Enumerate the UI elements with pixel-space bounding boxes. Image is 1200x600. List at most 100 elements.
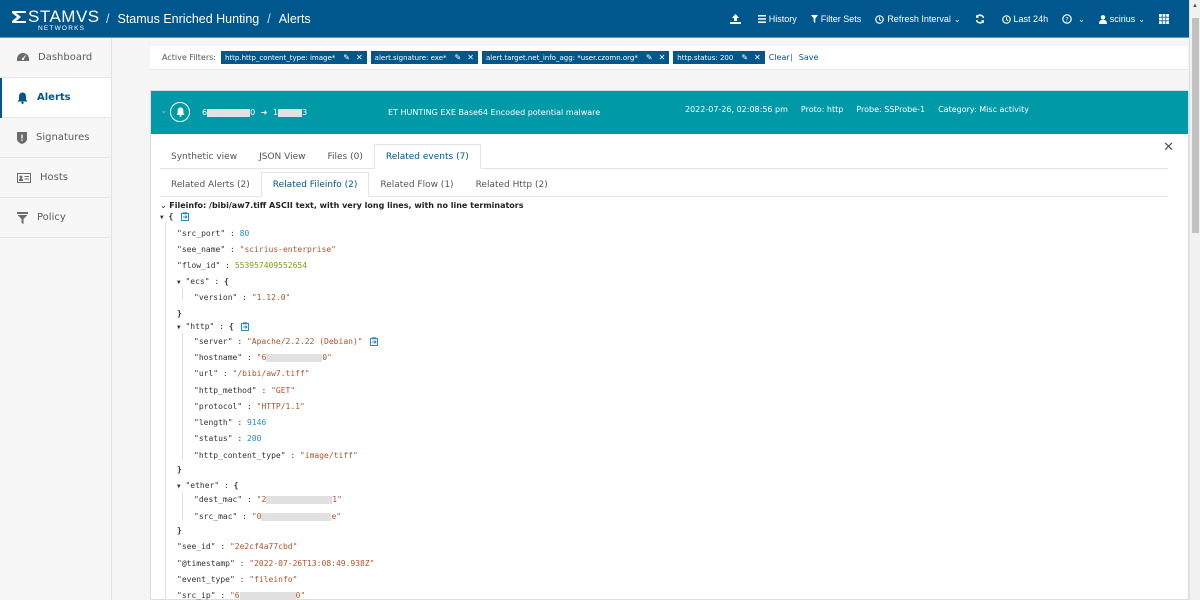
active-filters-bar: Active Filters: http.http_content_type: …	[150, 46, 1188, 70]
upload-button[interactable]	[729, 14, 744, 24]
filter-chip[interactable]: alert.signature: exe* ✎ ✕	[370, 51, 478, 64]
chevron-down-icon[interactable]: ⌄	[160, 106, 168, 116]
alert-ip-pair: 60 ➜ 13	[202, 108, 307, 117]
history-label: History	[768, 14, 797, 24]
breadcrumb-item-alerts[interactable]: Alerts	[279, 12, 311, 26]
json-root-open[interactable]: ▼ {	[160, 212, 190, 223]
close-icon[interactable]: ✕	[467, 53, 474, 62]
json-row: "dest_mac" : "2 1"	[194, 495, 342, 504]
pencil-icon[interactable]: ✎	[343, 53, 350, 62]
filter-chip-label: http.http_content_type: image*	[224, 53, 336, 62]
page-scrollbar[interactable]: ▲	[1189, 0, 1200, 600]
id-card-icon	[17, 172, 31, 183]
redacted-block	[278, 108, 303, 117]
history-button[interactable]: History	[757, 14, 797, 24]
refresh-interval-label: Refresh Interval	[887, 14, 951, 24]
help-icon: ?	[1062, 14, 1072, 24]
filter-icon	[810, 15, 818, 23]
scroll-up-arrow-icon[interactable]: ▲	[1192, 3, 1198, 9]
pencil-icon[interactable]: ✎	[646, 53, 653, 62]
collapse-triangle-icon[interactable]: ▼	[160, 214, 164, 221]
refresh-interval-dropdown[interactable]: Refresh Interval ⌄	[875, 14, 961, 24]
bell-icon	[17, 92, 28, 104]
copy-clipboard-icon[interactable]	[181, 212, 190, 221]
stamus-logo[interactable]: STAMVS NETWORKS	[12, 8, 99, 32]
alert-row-header[interactable]: ⌄ 60 ➜ 13 ET HUNTING EXE Base64 Encoded …	[151, 91, 1188, 134]
close-icon[interactable]: ✕	[356, 53, 363, 62]
copy-clipboard-icon[interactable]	[370, 337, 379, 346]
upload-icon	[729, 14, 741, 24]
tab-related-fileinfo[interactable]: Related Fileinfo (2)	[260, 172, 370, 197]
json-row: "@timestamp" : "2022-07-26T13:08:49.938Z…	[177, 559, 375, 568]
breadcrumb-item-app[interactable]: Stamus Enriched Hunting	[117, 12, 259, 26]
sidebar-item-alerts[interactable]: Alerts	[0, 78, 111, 118]
top-navbar: STAMVS NETWORKS / Stamus Enriched Huntin…	[0, 0, 1200, 38]
user-name: scirius	[1109, 14, 1136, 24]
tree-guide	[182, 492, 183, 520]
filter-icon	[17, 211, 28, 224]
alert-meta: 2022-07-26, 02:08:56 pm Proto: http Prob…	[685, 105, 1042, 114]
json-row-ether[interactable]: ▼ "ether" : {	[177, 481, 238, 492]
logo-mark-icon	[12, 11, 26, 23]
chevron-down-icon: ⌄	[953, 14, 961, 24]
tab-related-flow[interactable]: Related Flow (1)	[369, 172, 464, 197]
tab-json-view[interactable]: JSON View	[248, 144, 316, 169]
filter-sets-button[interactable]: Filter Sets	[810, 14, 861, 24]
clear-filters-link[interactable]: Clear	[769, 53, 790, 62]
tab-files[interactable]: Files (0)	[316, 144, 373, 169]
user-dropdown[interactable]: scirius ⌄	[1098, 14, 1145, 24]
filter-chip[interactable]: http.http_content_type: image* ✎ ✕	[220, 51, 367, 64]
bell-icon	[175, 107, 185, 117]
breadcrumb: / Stamus Enriched Hunting / Alerts	[98, 0, 311, 38]
tab-related-http[interactable]: Related Http (2)	[465, 172, 559, 197]
svg-text:?: ?	[1065, 15, 1068, 23]
apps-grid-button[interactable]	[1159, 14, 1172, 24]
json-row-http[interactable]: ▼ "http" : {	[177, 322, 250, 333]
scrollbar-thumb[interactable]	[1192, 18, 1199, 233]
filter-chip-label: alert.target.net_info_agg: *user.czomn.o…	[485, 53, 638, 62]
json-row: "protocol" : "HTTP/1.1"	[194, 402, 305, 411]
filter-chip-label: http.status: 200	[677, 53, 734, 62]
tab-synthetic-view[interactable]: Synthetic view	[160, 144, 248, 169]
related-subtabs: Related Alerts (2) Related Fileinfo (2) …	[160, 172, 1168, 197]
breadcrumb-separator: /	[267, 12, 271, 26]
sidebar-item-policy[interactable]: Policy	[0, 198, 111, 238]
refresh-button[interactable]	[975, 14, 988, 24]
json-row-ecs[interactable]: ▼ "ecs" : {	[177, 277, 229, 288]
redacted-block	[207, 108, 251, 117]
chevron-down-icon: ⌄	[1078, 14, 1085, 24]
detail-tabs: Synthetic view JSON View Files (0) Relat…	[160, 144, 1168, 169]
logo-text: STAMVS	[28, 7, 100, 26]
redacted-block	[266, 353, 323, 362]
tree-guide	[165, 223, 166, 600]
sidebar-item-dashboard[interactable]: Dashboard	[0, 38, 111, 78]
dashboard-icon	[17, 52, 29, 61]
fileinfo-title[interactable]: ⌄ Fileinfo: /bibi/aw7.tiff ASCII text, w…	[160, 201, 524, 210]
json-row: "length" : 9146	[194, 418, 267, 427]
tab-related-alerts[interactable]: Related Alerts (2)	[160, 172, 261, 197]
time-range-button[interactable]: Last 24h	[1001, 14, 1048, 24]
sidebar-item-label: Hosts	[40, 172, 68, 183]
save-filters-link[interactable]: Save	[799, 53, 819, 62]
json-row: "hostname" : "6 0"	[194, 353, 332, 362]
sidebar-item-hosts[interactable]: Hosts	[0, 158, 111, 198]
json-brace: }	[177, 309, 182, 318]
clock-icon	[875, 14, 885, 24]
tab-related-events[interactable]: Related events (7)	[373, 144, 481, 169]
sidebar-item-label: Dashboard	[38, 52, 93, 63]
pencil-icon[interactable]: ✎	[455, 53, 462, 62]
sidebar-item-signatures[interactable]: Signatures	[0, 118, 111, 158]
copy-clipboard-icon[interactable]	[241, 322, 250, 331]
close-icon[interactable]: ✕	[659, 53, 666, 62]
collapse-triangle-icon[interactable]: ▼	[177, 279, 181, 286]
dest-ip-suffix: 3	[302, 108, 308, 117]
help-dropdown[interactable]: ? ⌄	[1062, 14, 1085, 24]
collapse-triangle-icon[interactable]: ▼	[177, 324, 181, 331]
collapse-triangle-icon[interactable]: ▼	[177, 483, 181, 490]
json-row: "url" : "/bibi/aw7.tiff"	[194, 369, 310, 378]
filter-chip[interactable]: alert.target.net_info_agg: *user.czomn.o…	[481, 51, 670, 64]
filter-chip[interactable]: http.status: 200 ✎ ✕	[673, 51, 765, 64]
close-icon[interactable]: ✕	[754, 53, 761, 62]
json-row: "src_mac" : "0 e"	[194, 512, 342, 521]
pencil-icon[interactable]: ✎	[741, 53, 748, 62]
